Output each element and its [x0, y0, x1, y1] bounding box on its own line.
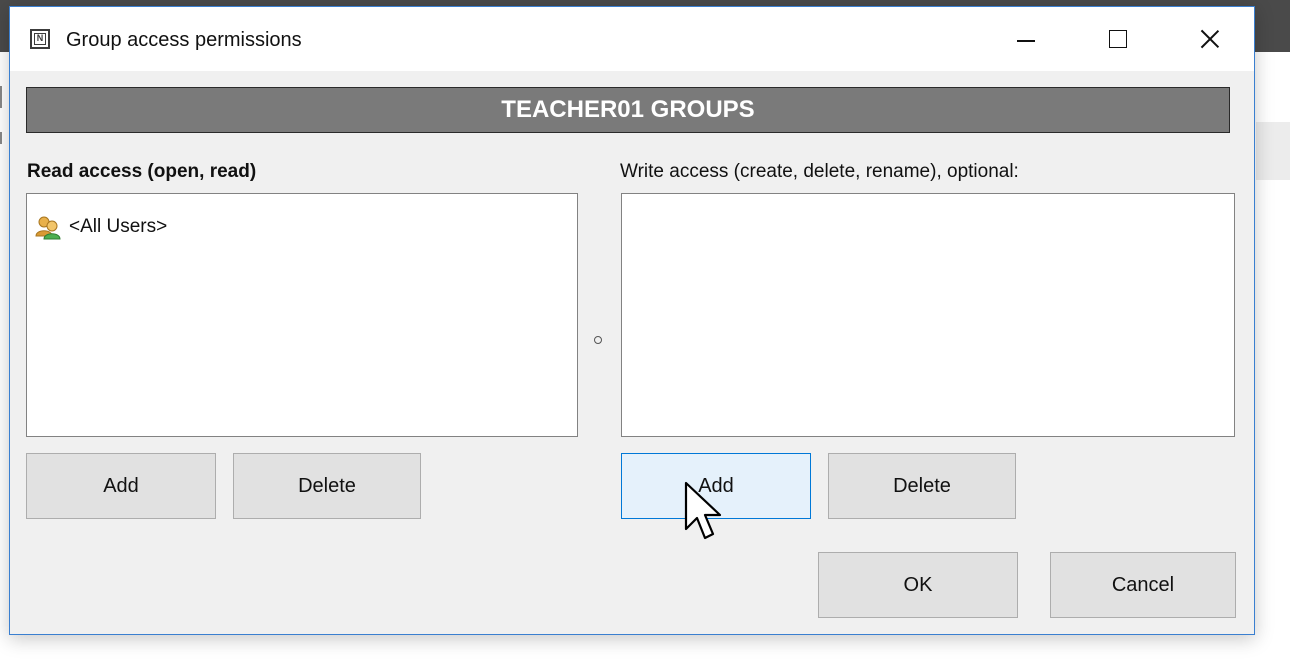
minimize-icon	[1017, 40, 1035, 42]
read-add-button[interactable]: Add	[26, 453, 216, 519]
background-app-row	[1256, 122, 1290, 180]
list-item-label: <All Users>	[69, 216, 168, 237]
ok-button[interactable]: OK	[818, 552, 1018, 618]
maximize-button[interactable]	[1072, 7, 1164, 71]
window-title: Group access permissions	[66, 29, 302, 51]
app-n-icon: N	[30, 29, 50, 49]
read-access-list[interactable]: <All Users>	[26, 193, 578, 437]
background-app-edge-2	[0, 132, 6, 144]
group-header-banner: TEACHER01 GROUPS	[26, 87, 1230, 133]
maximize-icon	[1109, 30, 1127, 48]
list-item[interactable]: <All Users>	[35, 214, 167, 240]
group-access-permissions-dialog: N Group access permissions TEACHER01 GRO…	[9, 6, 1255, 635]
cancel-button[interactable]: Cancel	[1050, 552, 1236, 618]
read-delete-button[interactable]: Delete	[233, 453, 421, 519]
title-bar[interactable]: N Group access permissions	[10, 7, 1254, 71]
write-access-list[interactable]	[621, 193, 1235, 437]
users-icon	[35, 216, 61, 240]
write-add-button[interactable]: Add	[621, 453, 811, 519]
close-icon	[1200, 29, 1220, 49]
minimize-button[interactable]	[980, 7, 1072, 71]
background-app-edge	[0, 86, 6, 108]
close-button[interactable]	[1164, 7, 1256, 71]
read-access-label: Read access (open, read)	[27, 161, 257, 182]
write-access-label: Write access (create, delete, rename), o…	[620, 161, 1019, 182]
separator-dot	[594, 336, 602, 344]
write-delete-button[interactable]: Delete	[828, 453, 1016, 519]
